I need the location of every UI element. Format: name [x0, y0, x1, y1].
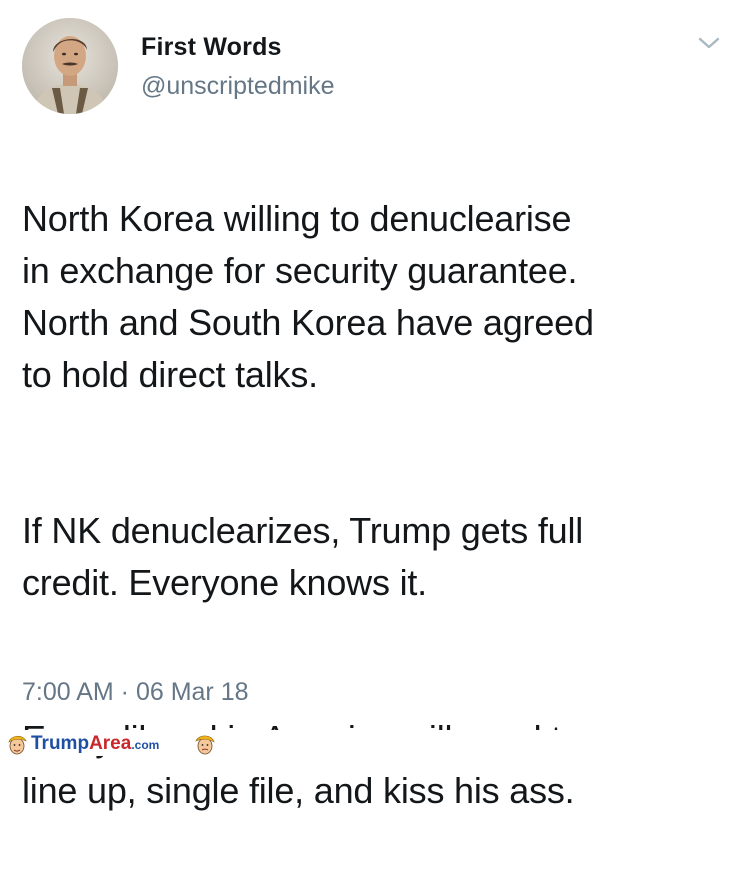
chevron-down-icon[interactable]	[697, 33, 721, 53]
watermark-footer: TrumpArea.com	[0, 730, 740, 756]
tweet-timestamp[interactable]: 7:00 AM · 06 Mar 18	[22, 678, 249, 707]
avatar[interactable]	[22, 18, 118, 114]
tweet-text: North Korea willing to denuclearise in e…	[22, 141, 722, 869]
tweet-paragraph: Every liberal in America will need to li…	[22, 718, 581, 811]
user-handle[interactable]: @unscriptedmike	[141, 72, 335, 101]
caricature-face-icon	[8, 735, 27, 755]
watermark-text-part3: .com	[131, 737, 160, 752]
watermark-text-part1: Trump	[31, 732, 90, 754]
tweet-paragraph: If NK denuclearizes, Trump gets full cre…	[22, 510, 584, 603]
tweet-card: First Words @unscriptedmike North Korea …	[0, 0, 740, 811]
display-name[interactable]: First Words	[141, 33, 282, 62]
avatar-photo-icon	[22, 18, 118, 114]
watermark-text-part2: Area	[89, 732, 132, 754]
watermark-text: TrumpArea.com	[31, 733, 159, 756]
caricature-face-icon	[195, 735, 215, 755]
tweet-paragraph: North Korea willing to denuclearise in e…	[22, 198, 594, 395]
watermark-logo: TrumpArea.com	[6, 733, 159, 755]
